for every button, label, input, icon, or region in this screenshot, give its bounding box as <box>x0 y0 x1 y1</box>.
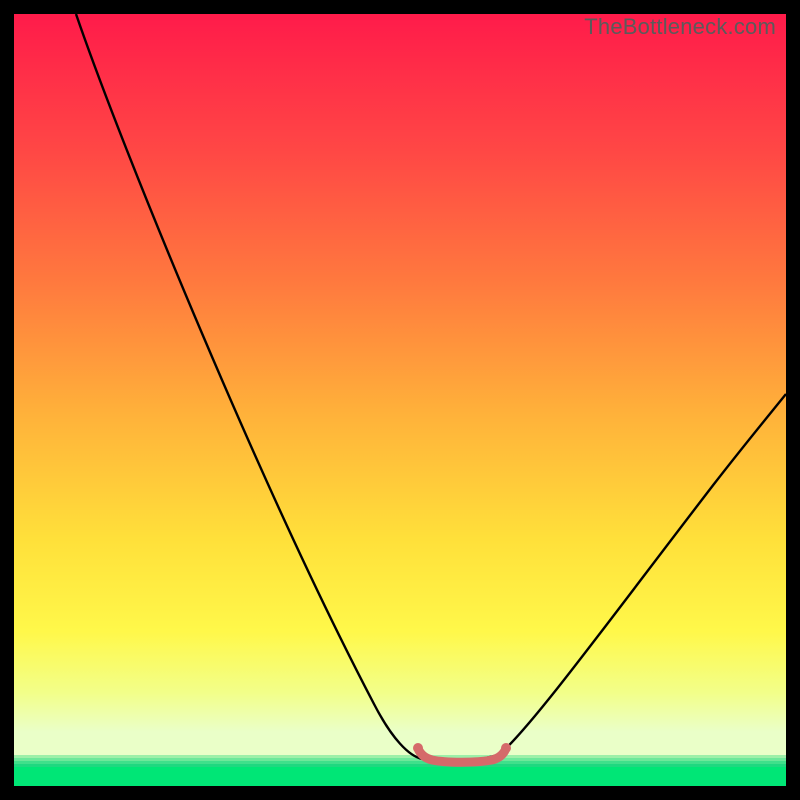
valley-marker <box>418 748 506 762</box>
valley-marker-left-dot <box>413 743 423 753</box>
watermark-text: TheBottleneck.com <box>584 14 776 40</box>
bottleneck-curve <box>14 14 786 786</box>
chart-frame: TheBottleneck.com <box>14 14 786 786</box>
valley-marker-right-dot <box>501 743 511 753</box>
curve-path <box>76 14 786 761</box>
